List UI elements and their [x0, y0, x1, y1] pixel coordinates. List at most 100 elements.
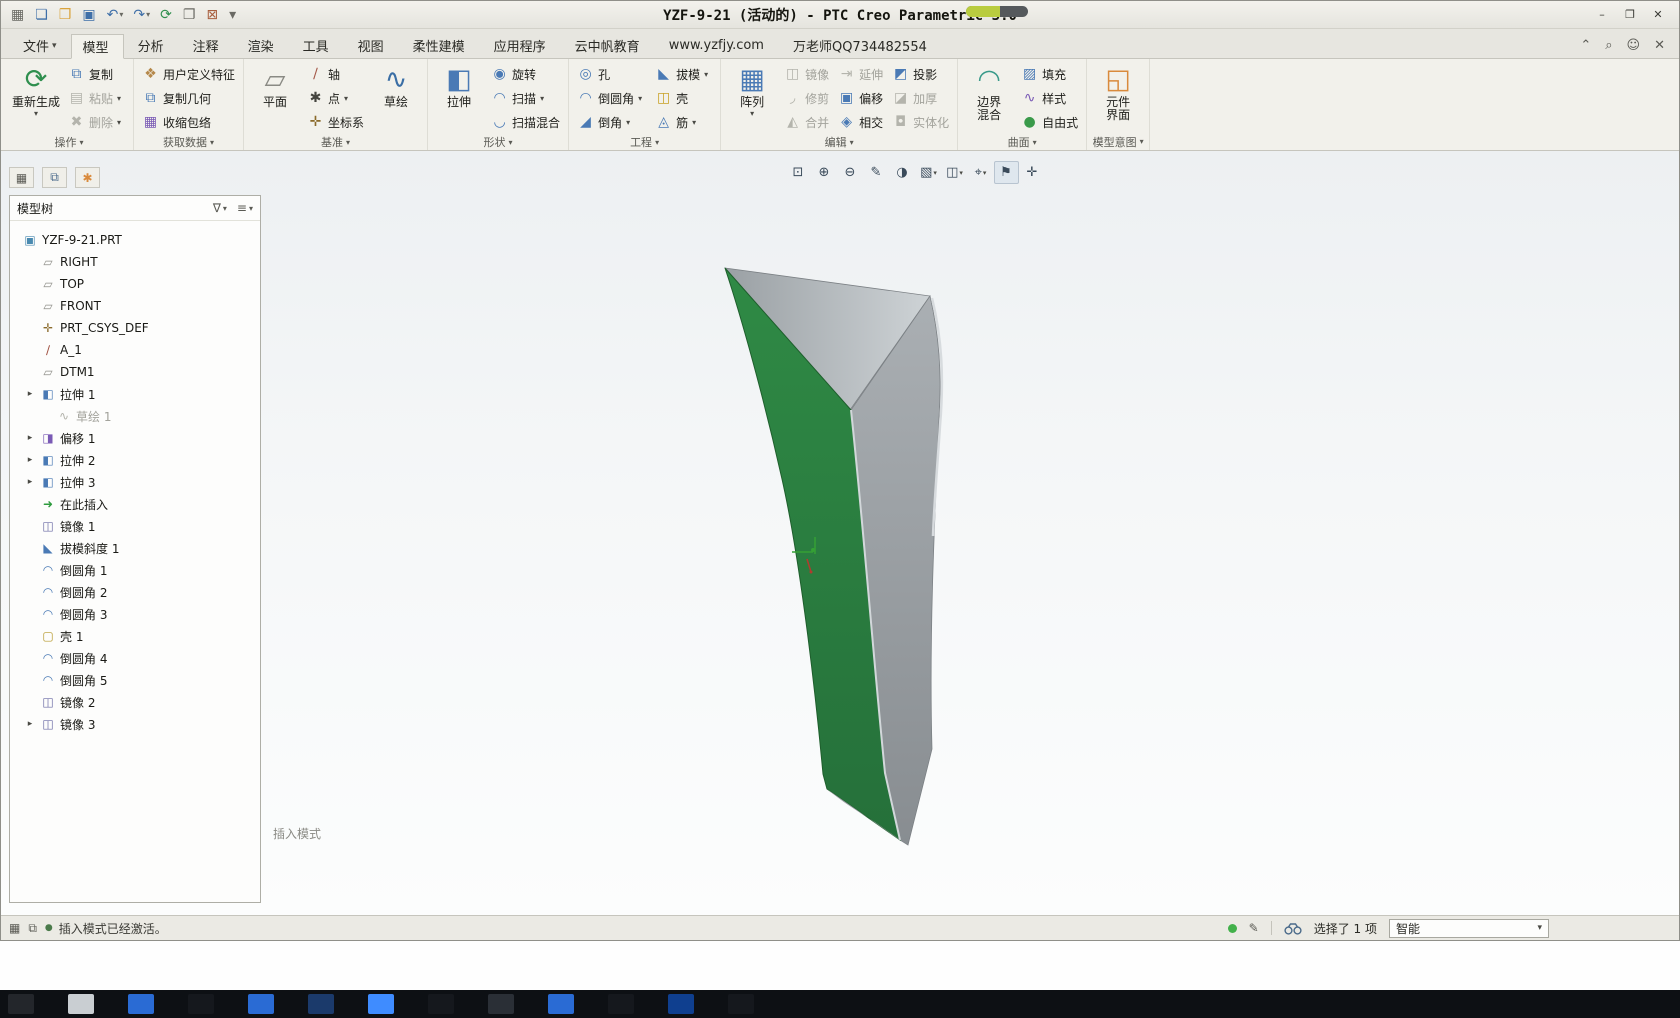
tree-item[interactable]: ▸ ◧ 拉伸 1 — [10, 383, 260, 405]
expand-arrow-icon[interactable]: ▸ — [25, 455, 35, 465]
taskbar-app-button[interactable] — [608, 994, 634, 1014]
thicken-button[interactable]: ◪ 加厚 — [889, 86, 952, 110]
tree-item[interactable]: ◠ 倒圆角 2 — [10, 581, 260, 603]
annotation-display-button[interactable]: ⚑ — [994, 161, 1019, 184]
expand-arrow-icon[interactable]: ▸ — [25, 477, 35, 487]
tab-model[interactable]: 模型 — [71, 34, 124, 59]
customize-toolbar-icon[interactable]: ▾ — [225, 4, 241, 26]
tab-teacher-qq[interactable]: 万老师QQ734482554 — [781, 33, 942, 58]
shrinkwrap-button[interactable]: ▦ 收缩包络 — [139, 110, 238, 134]
tree-item[interactable]: ▱ TOP — [10, 273, 260, 295]
tree-item[interactable]: ◫ 镜像 2 — [10, 691, 260, 713]
component-interface-button[interactable]: ◱ 元件 界面 — [1092, 62, 1144, 122]
paste-button[interactable]: ▤ 粘贴 ▾ — [65, 86, 128, 110]
tree-item[interactable]: ◠ 倒圆角 3 — [10, 603, 260, 625]
tree-item[interactable]: ◫ 镜像 1 — [10, 515, 260, 537]
close-window-icon[interactable]: ⊠ — [202, 4, 223, 26]
copy-button[interactable]: ⧉ 复制 — [65, 62, 128, 86]
new-file-icon[interactable]: ❏ — [31, 4, 53, 26]
selection-filter-combo[interactable]: 智能 ▾ — [1389, 919, 1549, 938]
spin-center-button[interactable]: ✛ — [1020, 161, 1045, 184]
udf-button[interactable]: ❖ 用户定义特征 — [139, 62, 238, 86]
regenerate-button[interactable]: ⟳ 重新生成 ▾ — [10, 62, 62, 119]
fill-button[interactable]: ▨ 填充 — [1018, 62, 1081, 86]
tree-item[interactable]: ▸ ◫ 镜像 3 — [10, 713, 260, 735]
boundary-blend-button[interactable]: ◠ 边界 混合 — [963, 62, 1015, 122]
close-button[interactable]: ✕ — [1647, 6, 1669, 24]
group-label-shapes[interactable]: 形状 ▾ — [433, 134, 563, 150]
taskbar-app-button[interactable] — [308, 994, 334, 1014]
tree-item[interactable]: ◠ 倒圆角 4 — [10, 647, 260, 669]
freestyle-button[interactable]: ● 自由式 — [1018, 110, 1081, 134]
shell-button[interactable]: ◫ 壳 — [652, 86, 715, 110]
regenerate-quick-icon[interactable]: ⟳ — [156, 4, 177, 26]
pattern-button[interactable]: ▦ 阵列 ▾ — [726, 62, 778, 119]
tree-filter-button[interactable]: ∇ ▾ — [213, 201, 227, 215]
taskbar-app-button[interactable] — [248, 994, 274, 1014]
tree-item[interactable]: ◠ 倒圆角 5 — [10, 669, 260, 691]
restore-button[interactable]: ❐ — [1619, 6, 1641, 24]
tab-render[interactable]: 渲染 — [236, 33, 289, 58]
point-button[interactable]: ✱ 点 ▾ — [304, 86, 367, 110]
close-ribbon-icon[interactable]: ✕ — [1654, 39, 1665, 52]
taskbar-app-button[interactable] — [728, 994, 754, 1014]
group-label-operations[interactable]: 操作 ▾ — [10, 134, 128, 150]
zoom-out-button[interactable]: ⊖ — [838, 161, 863, 184]
tab-applications[interactable]: 应用程序 — [482, 33, 561, 58]
tree-item[interactable]: ✛ PRT_CSYS_DEF — [10, 317, 260, 339]
tree-item[interactable]: ➜ 在此插入 — [10, 493, 260, 515]
display-style-button[interactable]: ▧ ▾ — [916, 161, 941, 184]
tree-item[interactable]: ▱ FRONT — [10, 295, 260, 317]
tree-item[interactable]: ▢ 壳 1 — [10, 625, 260, 647]
resource-center-icon[interactable]: ☺ — [1627, 39, 1641, 52]
solidify-button[interactable]: ◘ 实体化 — [889, 110, 952, 134]
zoom-in-button[interactable]: ⊕ — [812, 161, 837, 184]
expand-arrow-icon[interactable]: ▸ — [25, 433, 35, 443]
intersect-button[interactable]: ◈ 相交 — [835, 110, 886, 134]
project-button[interactable]: ◩ 投影 — [889, 62, 952, 86]
group-label-surfaces[interactable]: 曲面 ▾ — [963, 134, 1081, 150]
plane-button[interactable]: ▱ 平面 — [249, 62, 301, 109]
tab-tools[interactable]: 工具 — [291, 33, 344, 58]
group-label-intent[interactable]: 模型意图 ▾ — [1092, 133, 1144, 150]
tab-file[interactable]: 文件 ▾ — [11, 33, 69, 58]
copy-geometry-button[interactable]: ⧉ 复制几何 — [139, 86, 238, 110]
datum-display-button[interactable]: ⌖ ▾ — [968, 161, 993, 184]
tree-item[interactable]: ◠ 倒圆角 1 — [10, 559, 260, 581]
command-search-icon[interactable]: ⌕ — [1605, 39, 1612, 52]
axis-button[interactable]: ∕ 轴 — [304, 62, 367, 86]
taskbar-app-button[interactable] — [368, 994, 394, 1014]
repaint-button[interactable]: ✎ — [864, 161, 889, 184]
taskbar-app-button[interactable] — [428, 994, 454, 1014]
tab-annotate[interactable]: 注释 — [181, 33, 234, 58]
group-label-datum[interactable]: 基准 ▾ — [249, 134, 422, 150]
expand-arrow-icon[interactable]: ▸ — [25, 719, 35, 729]
layers-button[interactable]: ⧉ — [42, 167, 67, 188]
rib-button[interactable]: ◬ 筋 ▾ — [652, 110, 715, 134]
save-icon[interactable]: ▣ — [78, 4, 100, 26]
tree-item[interactable]: ▱ DTM1 — [10, 361, 260, 383]
undo-icon[interactable]: ↶ ▾ — [103, 4, 128, 26]
tree-item[interactable]: ▸ ◧ 拉伸 3 — [10, 471, 260, 493]
show-panel-button[interactable]: ▦ — [9, 167, 34, 188]
tree-item[interactable]: ∕ A_1 — [10, 339, 260, 361]
sweep-button[interactable]: ◠ 扫描 ▾ — [488, 86, 563, 110]
search-binoculars-icon[interactable] — [1284, 922, 1302, 935]
graphics-area[interactable]: ▦ ⧉ ✱ 模型树 ∇ ▾ ≡ — [1, 151, 1679, 915]
tree-item[interactable]: ▱ RIGHT — [10, 251, 260, 273]
trim-button[interactable]: ◞ 修剪 — [781, 86, 832, 110]
tree-item[interactable]: ◣ 拔模斜度 1 — [10, 537, 260, 559]
chamfer-button[interactable]: ◢ 倒角 ▾ — [574, 110, 649, 134]
open-folder-icon[interactable]: ❒ — [55, 4, 77, 26]
group-label-get-data[interactable]: 获取数据 ▾ — [139, 134, 238, 150]
swept-blend-button[interactable]: ◡ 扫描混合 — [488, 110, 563, 134]
sketch-button[interactable]: ∿ 草绘 — [370, 62, 422, 109]
group-label-engineering[interactable]: 工程 ▾ — [574, 134, 715, 150]
taskbar-app-button[interactable] — [488, 994, 514, 1014]
taskbar-app-button[interactable] — [8, 994, 34, 1014]
windows-icon[interactable]: ❐ — [179, 4, 201, 26]
tab-flexible-modeling[interactable]: 柔性建模 — [401, 33, 480, 58]
tab-analysis[interactable]: 分析 — [126, 33, 179, 58]
delete-button[interactable]: ✖ 删除 ▾ — [65, 110, 128, 134]
style-button[interactable]: ∿ 样式 — [1018, 86, 1081, 110]
